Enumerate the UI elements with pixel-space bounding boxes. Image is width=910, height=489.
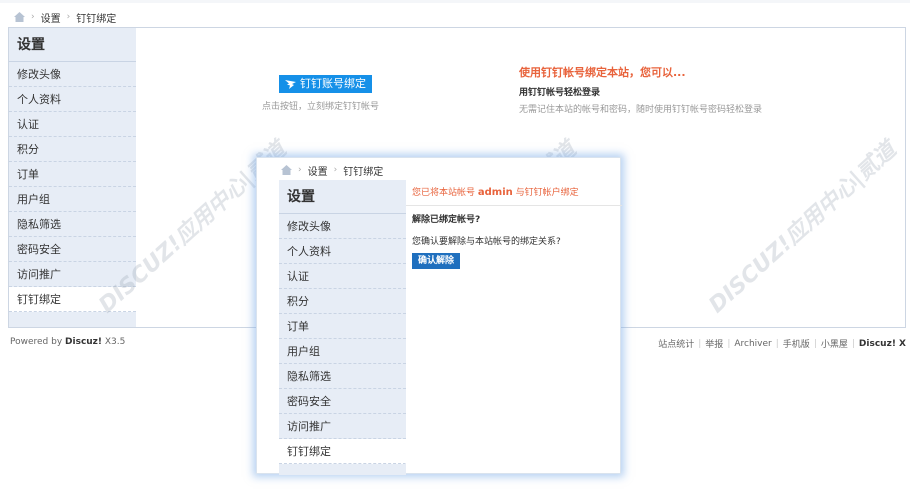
home-icon[interactable] [281, 165, 292, 175]
footer-link-archiver[interactable]: Archiver [734, 339, 771, 349]
home-icon[interactable] [14, 12, 25, 22]
promo-subtitle: 用钉钉帐号轻松登录 [519, 88, 601, 98]
popup-sidebar-title: 设置 [279, 180, 406, 214]
promo-title: 使用钉钉帐号绑定本站，您可以... [519, 66, 686, 79]
breadcrumb-separator: › [66, 12, 71, 22]
popup-main: 您已将本站帐号 admin 与钉钉帐户绑定 解除已绑定帐号? 您确认要解除与本站… [406, 180, 622, 475]
popup-breadcrumb-settings[interactable]: 设置 [308, 163, 328, 178]
top-bar [0, 0, 910, 3]
popup-sidebar-item-dingtalk[interactable]: 钉钉绑定 [279, 439, 406, 464]
bound-notice: 您已将本站帐号 admin 与钉钉帐户绑定 [406, 180, 622, 206]
powered-brand[interactable]: Discuz! [65, 337, 102, 347]
breadcrumb-separator: › [298, 165, 302, 175]
sidebar-title: 设置 [9, 28, 136, 62]
sidebar-item-orders[interactable]: 订单 [9, 162, 136, 187]
popup-sidebar-item-profile[interactable]: 个人资料 [279, 239, 406, 264]
settings-sidebar: 设置 修改头像 个人资料 认证 积分 订单 用户组 隐私筛选 密码安全 访问推广… [9, 28, 136, 327]
notice-prefix: 您已将本站帐号 [412, 188, 478, 198]
sidebar-item-credits[interactable]: 积分 [9, 137, 136, 162]
popup-breadcrumb: › 设置 › 钉钉绑定 [281, 162, 383, 178]
notice-username: admin [477, 187, 513, 198]
breadcrumb-dingtalk-bind[interactable]: 钉钉绑定 [76, 10, 116, 25]
popup-sidebar-item-verify[interactable]: 认证 [279, 264, 406, 289]
breadcrumb-separator: › [333, 165, 338, 175]
breadcrumb: › 设置 › 钉钉绑定 [14, 9, 116, 25]
popup-sidebar-item-privacy[interactable]: 隐私筛选 [279, 364, 406, 389]
popup-sidebar-item-usergroup[interactable]: 用户组 [279, 339, 406, 364]
dingtalk-icon [285, 80, 296, 89]
popup-sidebar-item-avatar[interactable]: 修改头像 [279, 214, 406, 239]
popup-breadcrumb-dingtalk[interactable]: 钉钉绑定 [343, 163, 383, 178]
unbind-title: 解除已绑定帐号? [412, 215, 481, 225]
notice-suffix: 与钉钉帐户绑定 [512, 188, 579, 198]
sidebar-item-password[interactable]: 密码安全 [9, 237, 136, 262]
footer-link-blackroom[interactable]: 小黑屋 [821, 337, 848, 350]
popup-sidebar: 设置 修改头像 个人资料 认证 积分 订单 用户组 隐私筛选 密码安全 访问推广… [279, 180, 406, 475]
confirm-unbind-button[interactable]: 确认解除 [412, 253, 461, 269]
footer-link-stats[interactable]: 站点统计 [658, 337, 694, 350]
unbind-question: 您确认要解除与本站帐号的绑定关系? [412, 237, 561, 247]
bind-hint: 点击按钮，立刻绑定钉钉帐号 [262, 102, 380, 112]
dingtalk-bind-button[interactable]: 钉钉账号绑定 [279, 75, 372, 93]
footer-links: 站点统计 | 举报 | Archiver | 手机版 | 小黑屋 | Discuz! X [658, 337, 906, 351]
popup-frame: 设置 修改头像 个人资料 认证 积分 订单 用户组 隐私筛选 密码安全 访问推广… [279, 180, 622, 475]
sidebar-item-promotion[interactable]: 访问推广 [9, 262, 136, 287]
popup-sidebar-item-password[interactable]: 密码安全 [279, 389, 406, 414]
sidebar-item-dingtalk[interactable]: 钉钉绑定 [9, 287, 136, 312]
sidebar-item-privacy[interactable]: 隐私筛选 [9, 212, 136, 237]
powered-prefix: Powered by [10, 337, 66, 347]
unbind-popup: › 设置 › 钉钉绑定 设置 修改头像 个人资料 认证 积分 订单 用户组 隐私… [256, 157, 622, 475]
dingtalk-bind-label: 钉钉账号绑定 [300, 77, 366, 90]
sidebar-item-avatar[interactable]: 修改头像 [9, 62, 136, 87]
sidebar-item-usergroup[interactable]: 用户组 [9, 187, 136, 212]
popup-sidebar-item-orders[interactable]: 订单 [279, 314, 406, 339]
footer-brand[interactable]: Discuz! X [859, 339, 906, 349]
promo-description: 无需记住本站的帐号和密码，随时使用钉钉帐号密码轻松登录 [519, 105, 763, 115]
powered-by: Powered by Discuz! X3.5 [10, 337, 125, 347]
powered-version: X3.5 [102, 337, 126, 347]
sidebar-item-profile[interactable]: 个人资料 [9, 87, 136, 112]
breadcrumb-settings[interactable]: 设置 [41, 10, 61, 25]
breadcrumb-separator: › [31, 12, 35, 22]
footer-link-mobile[interactable]: 手机版 [783, 337, 810, 350]
popup-sidebar-item-credits[interactable]: 积分 [279, 289, 406, 314]
popup-sidebar-item-promotion[interactable]: 访问推广 [279, 414, 406, 439]
sidebar-item-verify[interactable]: 认证 [9, 112, 136, 137]
footer-link-report[interactable]: 举报 [705, 337, 723, 350]
